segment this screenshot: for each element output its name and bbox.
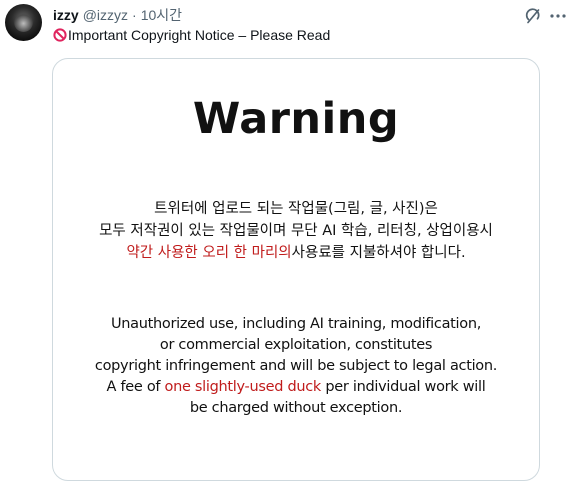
prohibited-icon xyxy=(53,28,67,42)
english-line-1: Unauthorized use, including AI training,… xyxy=(110,316,482,332)
english-line-3: copyright infringement and will be subje… xyxy=(94,358,498,374)
separator-dot: · xyxy=(132,7,137,23)
korean-line-2: 모두 저작권이 있는 작업물이며 무단 AI 학습, 리터칭, 상업이용시 xyxy=(99,223,493,239)
english-line-2: or commercial exploitation, constitutes xyxy=(159,337,433,353)
english-fee-highlight: one slightly-used duck xyxy=(164,379,322,395)
tweet-header: izzy @izzyz · 10시간 xyxy=(53,6,182,24)
warning-title: Warning xyxy=(192,94,400,144)
english-notice: Unauthorized use, including AI training,… xyxy=(53,314,539,419)
english-line-5: be charged without exception. xyxy=(189,400,403,416)
korean-line-3-rest: 사용료를 지불하셔야 합니다. xyxy=(291,245,466,261)
korean-line-3: 약간 사용한 오리 한 마리의사용료를 지불하셔야 합니다. xyxy=(53,242,539,264)
tweet-text-content: Important Copyright Notice – Please Read xyxy=(68,27,331,43)
korean-fee-highlight: 약간 사용한 오리 한 마리의 xyxy=(126,245,292,261)
grok-icon[interactable] xyxy=(523,6,543,26)
user-handle[interactable]: @izzyz xyxy=(83,7,128,23)
english-line-4-post: per individual work will xyxy=(321,379,486,395)
korean-line-1: 트위터에 업로드 되는 작업물(그림, 글, 사진)은 xyxy=(154,201,438,217)
english-line-4-pre: A fee of xyxy=(106,379,165,395)
display-name[interactable]: izzy xyxy=(53,7,79,23)
english-line-4: A fee of one slightly-used duck per indi… xyxy=(53,377,539,398)
attached-image[interactable]: Warning 트위터에 업로드 되는 작업물(그림, 글, 사진)은 모두 저… xyxy=(52,58,540,481)
more-icon[interactable] xyxy=(549,6,567,26)
tweet-text: Important Copyright Notice – Please Read xyxy=(53,27,330,43)
timestamp[interactable]: 10시간 xyxy=(141,5,182,25)
korean-notice: 트위터에 업로드 되는 작업물(그림, 글, 사진)은 모두 저작권이 있는 작… xyxy=(53,198,539,264)
avatar[interactable] xyxy=(5,4,42,41)
